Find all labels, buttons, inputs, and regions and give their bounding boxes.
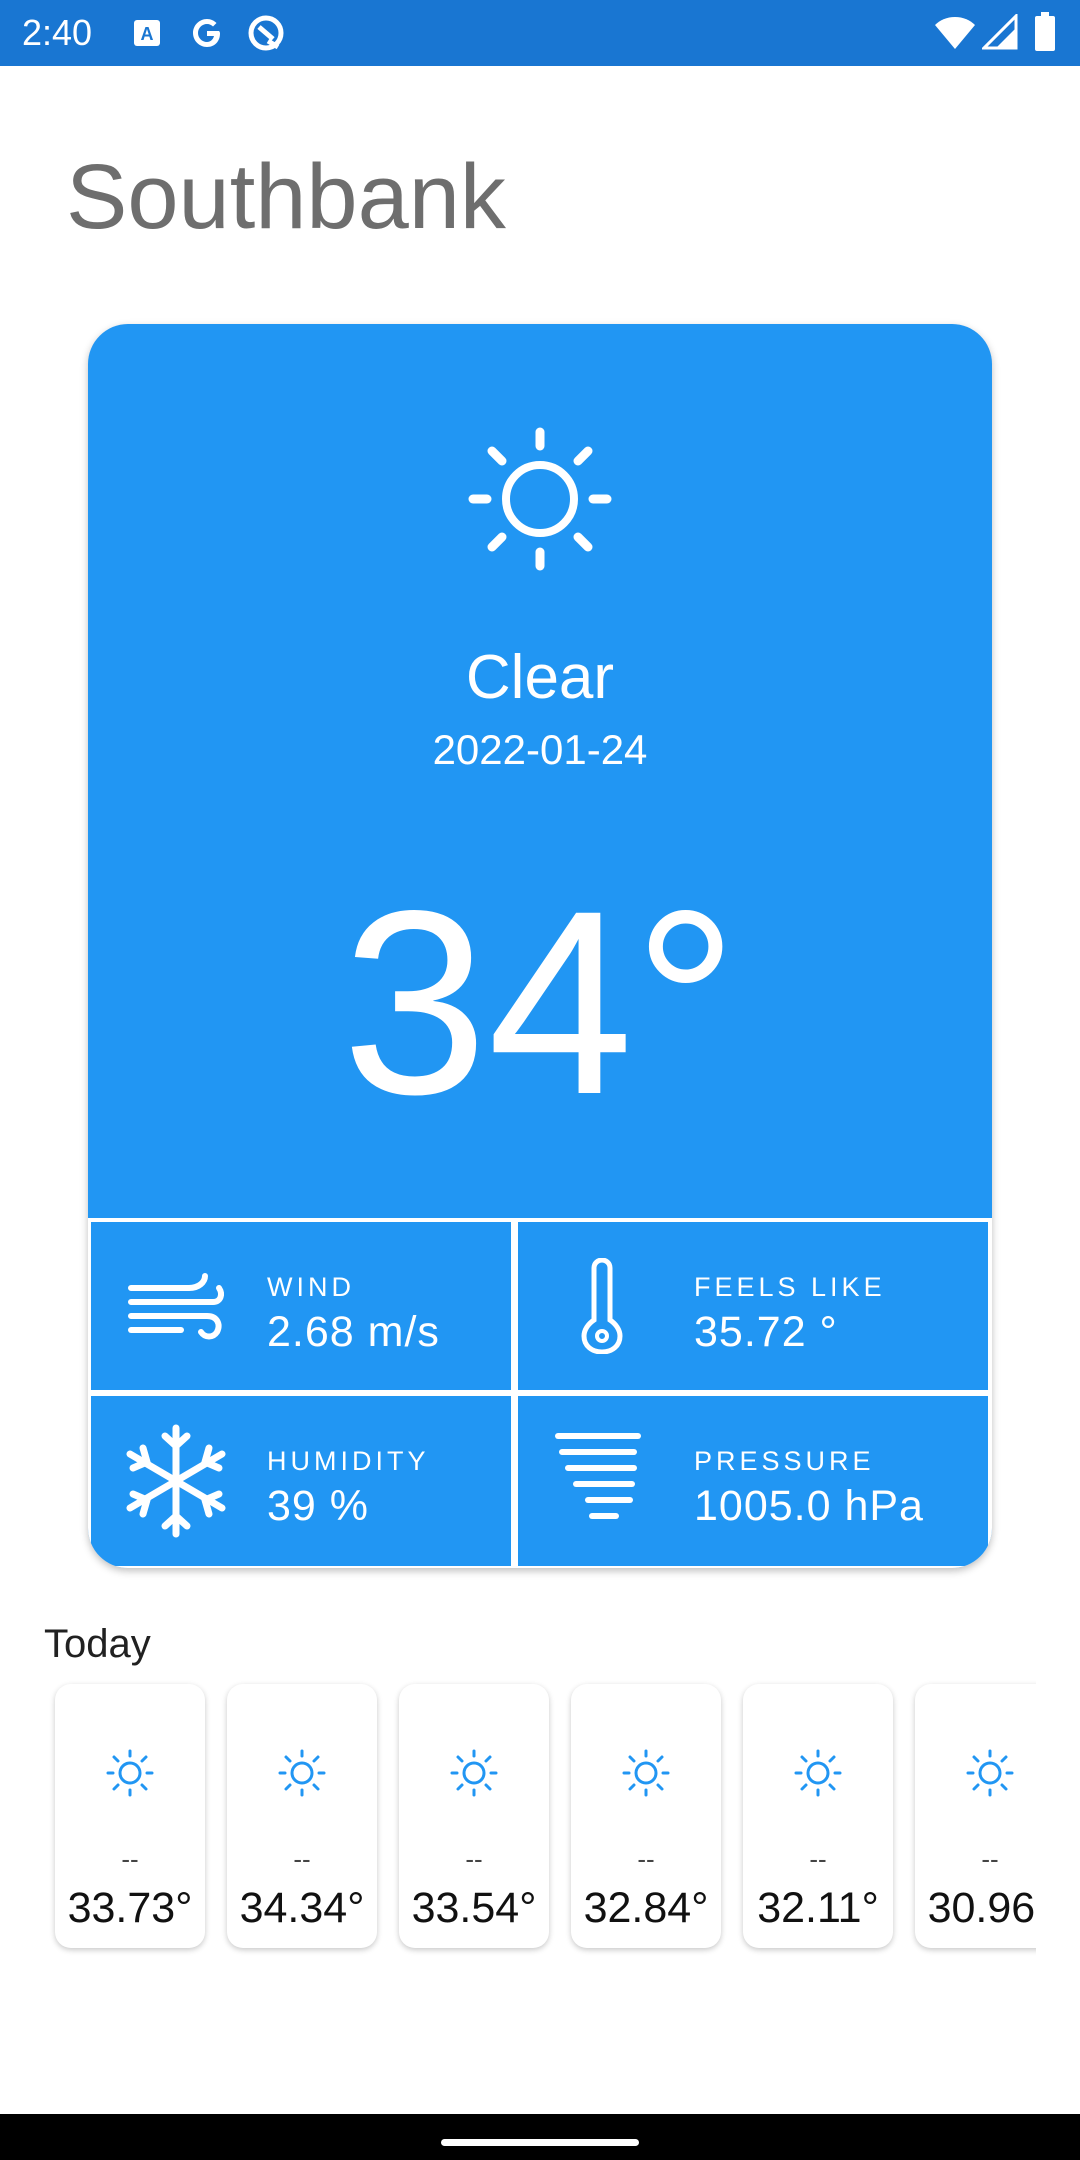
hourly-temperature: 33.73° xyxy=(67,1884,193,1932)
hourly-description: -- xyxy=(465,1844,483,1874)
google-icon xyxy=(188,14,226,57)
wind-value: 2.68 m/s xyxy=(267,1308,440,1356)
home-gesture-handle[interactable] xyxy=(441,2139,639,2146)
humidity-value: 39 % xyxy=(267,1482,370,1530)
pressure-label: PRESSURE xyxy=(694,1446,875,1476)
hourly-temperature: 30.96° xyxy=(927,1884,1036,1932)
pressure-value: 1005.0 hPa xyxy=(694,1482,924,1530)
sun-icon xyxy=(465,424,615,579)
sun-icon xyxy=(105,1748,155,1803)
hourly-temperature: 33.54° xyxy=(411,1884,537,1932)
feels-like-label: FEELS LIKE xyxy=(694,1272,886,1302)
hourly-description: -- xyxy=(121,1844,139,1874)
hourly-card[interactable]: -- 34.34° xyxy=(227,1684,377,1948)
hourly-forecast-list[interactable]: -- 33.73° -- 34.34° -- 33.54° -- 32.84° … xyxy=(0,1672,1036,1972)
feels-like-value: 35.72 ° xyxy=(694,1308,838,1356)
pressure-icon xyxy=(554,1430,644,1535)
assistant-icon xyxy=(246,13,286,58)
hourly-description: -- xyxy=(637,1844,655,1874)
hourly-description: -- xyxy=(293,1844,311,1874)
humidity-cell: HUMIDITY 39 % xyxy=(91,1396,511,1566)
sun-icon xyxy=(965,1748,1015,1803)
weather-condition: Clear xyxy=(465,643,615,712)
thermometer-icon xyxy=(580,1257,624,1359)
sun-icon xyxy=(621,1748,671,1803)
sun-icon xyxy=(793,1748,843,1803)
signal-icon xyxy=(980,12,1018,55)
pressure-cell: PRESSURE 1005.0 hPa xyxy=(518,1396,988,1566)
today-heading: Today xyxy=(44,1622,151,1666)
wind-cell: WIND 2.68 m/s xyxy=(91,1222,511,1390)
navigation-bar xyxy=(0,2114,1080,2160)
hourly-card[interactable]: -- 33.73° xyxy=(55,1684,205,1948)
current-temperature: 34° xyxy=(341,856,739,1149)
wifi-icon xyxy=(934,16,976,55)
sun-icon xyxy=(449,1748,499,1803)
weather-details-grid: WIND 2.68 m/s FEELS LIKE 35.72 ° HUMIDIT… xyxy=(88,1218,992,1568)
hourly-temperature: 34.34° xyxy=(239,1884,365,1932)
hourly-card[interactable]: -- 32.84° xyxy=(571,1684,721,1948)
humidity-label: HUMIDITY xyxy=(267,1446,430,1476)
hourly-temperature: 32.84° xyxy=(583,1884,709,1932)
wind-label: WIND xyxy=(267,1272,355,1302)
weather-date: 2022-01-24 xyxy=(432,726,648,773)
hourly-card[interactable]: -- 32.11° xyxy=(743,1684,893,1948)
wind-icon xyxy=(127,1268,227,1349)
status-time: 2:40 xyxy=(22,12,93,53)
hourly-card[interactable]: -- 33.54° xyxy=(399,1684,549,1948)
city-title: Southbank xyxy=(66,146,506,248)
svg-text:A: A xyxy=(141,24,154,44)
battery-icon xyxy=(1034,12,1056,57)
current-weather-card: Clear 2022-01-24 34° WIND 2.68 m/s FEELS… xyxy=(88,324,992,1568)
hourly-description: -- xyxy=(981,1844,999,1874)
status-bar: 2:40 A xyxy=(0,0,1080,66)
translate-icon: A xyxy=(132,18,162,53)
feels-like-cell: FEELS LIKE 35.72 ° xyxy=(518,1222,988,1390)
hourly-description: -- xyxy=(809,1844,827,1874)
hourly-card[interactable]: -- 30.96° xyxy=(915,1684,1036,1948)
sun-icon xyxy=(277,1748,327,1803)
hourly-temperature: 32.11° xyxy=(757,1884,879,1932)
snowflake-icon xyxy=(123,1422,229,1545)
